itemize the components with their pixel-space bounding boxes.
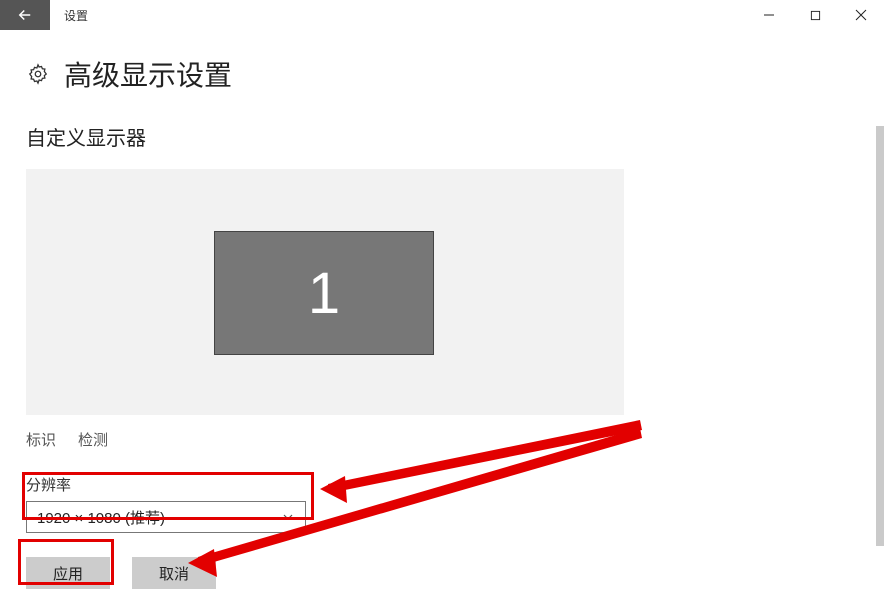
monitor-tile[interactable]: 1 xyxy=(214,231,434,355)
gear-icon xyxy=(26,62,50,86)
close-button[interactable] xyxy=(838,0,884,30)
apply-button[interactable]: 应用 xyxy=(26,557,110,589)
content-area: 高级显示设置 自定义显示器 1 标识 检测 分辨率 1920 × 1080 (推… xyxy=(0,30,884,589)
monitor-number: 1 xyxy=(308,260,340,327)
resolution-label: 分辨率 xyxy=(26,474,858,495)
display-preview[interactable]: 1 xyxy=(26,169,624,415)
preview-links: 标识 检测 xyxy=(26,429,858,450)
identify-link[interactable]: 标识 xyxy=(26,429,56,450)
page-title: 高级显示设置 xyxy=(64,54,232,94)
chevron-down-icon xyxy=(281,510,295,524)
minimize-button[interactable] xyxy=(746,0,792,30)
titlebar: 设置 xyxy=(0,0,884,30)
maximize-button[interactable] xyxy=(792,0,838,30)
back-button[interactable] xyxy=(0,0,50,30)
close-icon xyxy=(855,9,867,21)
scrollbar-track[interactable] xyxy=(872,30,884,616)
window-controls xyxy=(746,0,884,30)
resolution-value: 1920 × 1080 (推荐) xyxy=(37,507,165,528)
page-header: 高级显示设置 xyxy=(26,54,858,94)
section-title: 自定义显示器 xyxy=(26,122,858,151)
cancel-button[interactable]: 取消 xyxy=(132,557,216,589)
detect-link[interactable]: 检测 xyxy=(78,429,108,450)
resolution-dropdown[interactable]: 1920 × 1080 (推荐) xyxy=(26,501,306,533)
window-title: 设置 xyxy=(50,0,102,30)
scrollbar-thumb[interactable] xyxy=(876,126,884,546)
button-row: 应用 取消 xyxy=(26,557,858,589)
maximize-icon xyxy=(810,10,821,21)
arrow-left-icon xyxy=(16,6,34,24)
minimize-icon xyxy=(763,9,775,21)
